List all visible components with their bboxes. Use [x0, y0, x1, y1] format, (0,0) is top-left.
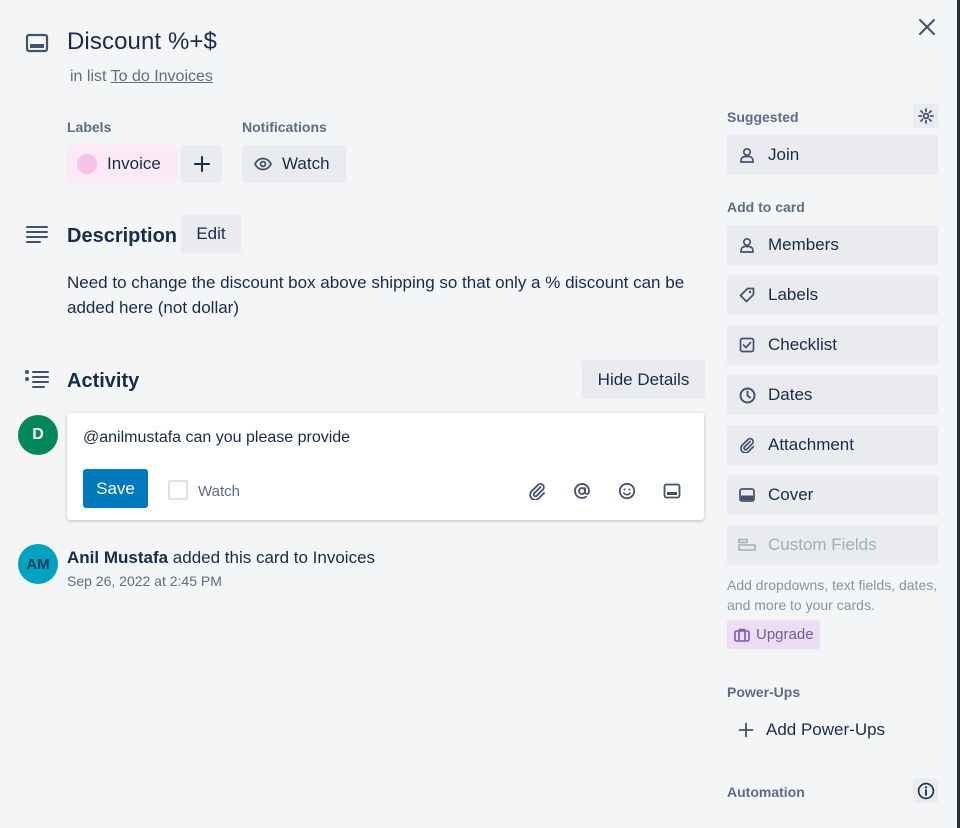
join-label: Join — [768, 145, 800, 164]
cover-label: Cover — [768, 485, 814, 504]
add-to-card-heading: Add to card — [727, 199, 805, 215]
clock-icon — [738, 386, 756, 404]
attachment-label: Attachment — [768, 435, 854, 454]
avatar-initial: D — [32, 426, 44, 443]
label-color-dot — [77, 154, 97, 174]
labels-button[interactable]: Labels — [727, 275, 938, 315]
powerups-heading: Power-Ups — [727, 684, 801, 700]
suggested-heading: Suggested — [727, 109, 799, 125]
automation-heading: Automation — [727, 784, 805, 800]
in-list-prefix: in list — [70, 68, 107, 85]
activity-heading: Activity — [67, 370, 140, 392]
eye-icon — [254, 157, 272, 171]
watch-label: Watch — [282, 154, 330, 173]
dates-label: Dates — [768, 385, 813, 404]
activity-entry: Anil Mustafa added this card to Invoices — [67, 548, 375, 568]
comment-composer[interactable]: @anilmustafa can you please provide Save… — [67, 413, 704, 520]
tag-icon — [738, 286, 756, 304]
dates-button[interactable]: Dates — [727, 375, 938, 415]
paperclip-icon[interactable] — [525, 479, 549, 503]
upgrade-button[interactable]: Upgrade — [727, 620, 820, 649]
suggested-settings-button[interactable] — [913, 104, 938, 128]
checklist-button[interactable]: Checklist — [727, 325, 938, 365]
briefcase-icon — [734, 628, 750, 642]
attachment-button[interactable]: Attachment — [727, 425, 938, 465]
plus-icon — [738, 722, 754, 738]
custom-fields-label: Custom Fields — [768, 535, 877, 554]
person-icon — [738, 146, 756, 164]
hide-details-button[interactable]: Hide Details — [582, 360, 705, 399]
description-icon — [24, 223, 50, 245]
card-icon — [24, 32, 50, 54]
members-button[interactable]: Members — [727, 225, 938, 265]
join-button[interactable]: Join — [727, 135, 938, 175]
label-chip-invoice[interactable]: Invoice — [67, 145, 177, 183]
at-icon[interactable] — [570, 479, 594, 503]
activity-action: added this card to Invoices — [172, 548, 376, 567]
labels-heading: Labels — [67, 119, 112, 135]
comment-input[interactable]: @anilmustafa can you please provide — [83, 429, 350, 447]
activity-author[interactable]: Anil Mustafa — [67, 548, 168, 567]
custom-fields-icon — [738, 536, 756, 554]
checkbox-icon — [738, 336, 756, 354]
close-icon[interactable] — [914, 14, 940, 40]
labels-button-label: Labels — [768, 285, 819, 304]
watch-checkbox-label[interactable]: Watch — [198, 483, 240, 500]
label-chip-text: Invoice — [107, 154, 161, 173]
description-heading: Description — [67, 225, 178, 247]
cover-button[interactable]: Cover — [727, 475, 938, 515]
add-powerups-label: Add Power-Ups — [766, 720, 886, 739]
avatar[interactable]: D — [18, 415, 58, 455]
custom-fields-button[interactable]: Custom Fields — [727, 525, 938, 565]
plus-icon — [193, 156, 210, 172]
info-icon — [917, 782, 934, 799]
activity-timestamp[interactable]: Sep 26, 2022 at 2:45 PM — [67, 573, 222, 589]
add-label-button[interactable] — [181, 145, 222, 183]
save-button[interactable]: Save — [83, 469, 148, 508]
gear-icon — [917, 108, 934, 124]
members-label: Members — [768, 235, 839, 254]
notifications-heading: Notifications — [242, 119, 327, 135]
custom-fields-note: Add dropdowns, text fields, dates, and m… — [727, 577, 938, 613]
card-icon[interactable] — [660, 479, 684, 503]
list-breadcrumb: in list To do Invoices — [70, 68, 213, 86]
emoji-icon[interactable] — [615, 479, 639, 503]
watch-checkbox[interactable] — [168, 480, 188, 500]
person-icon — [738, 236, 756, 254]
list-link[interactable]: To do Invoices — [111, 68, 213, 85]
automation-info-button[interactable] — [913, 778, 938, 803]
avatar-initials: AM — [26, 555, 50, 573]
description-edit-button[interactable]: Edit — [181, 215, 241, 253]
avatar[interactable]: AM — [18, 544, 58, 584]
add-powerups-button[interactable]: Add Power-Ups — [727, 710, 938, 750]
card-title[interactable]: Discount %+$ — [67, 28, 217, 56]
checklist-label: Checklist — [768, 335, 837, 354]
description-text[interactable]: Need to change the discount box above sh… — [67, 270, 707, 320]
upgrade-label: Upgrade — [756, 626, 814, 643]
paperclip-icon — [738, 436, 756, 454]
activity-icon — [24, 368, 50, 390]
watch-button[interactable]: Watch — [242, 145, 346, 183]
cover-icon — [738, 486, 756, 504]
